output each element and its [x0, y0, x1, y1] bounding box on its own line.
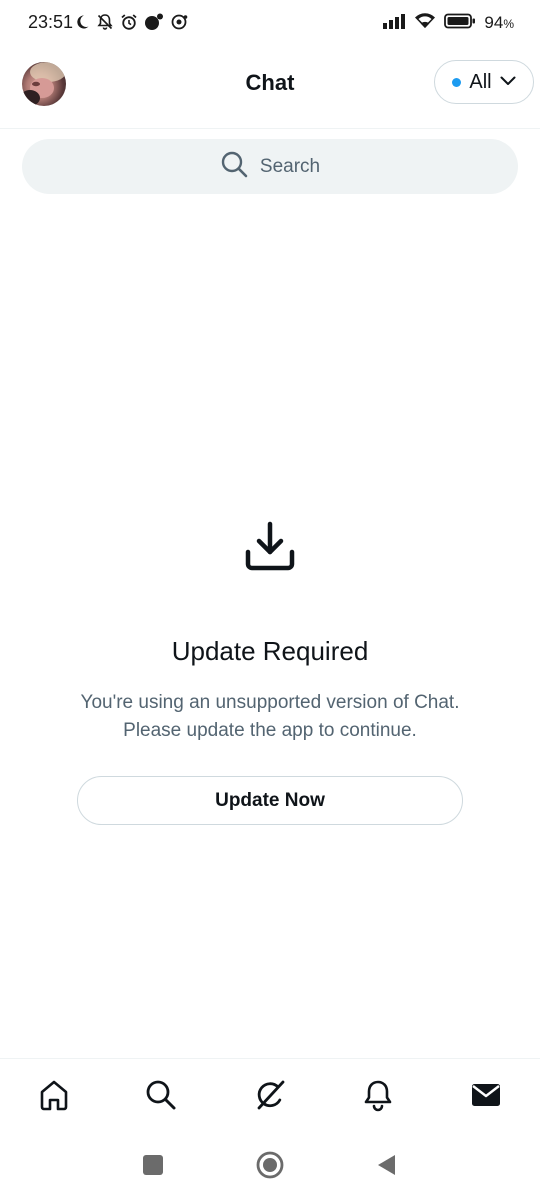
notifications-icon	[361, 1078, 395, 1117]
chevron-down-icon	[500, 73, 516, 91]
status-icons-right: 94%	[382, 12, 514, 34]
nav-search[interactable]	[141, 1077, 181, 1117]
status-bar: 23:51 94%	[0, 0, 540, 48]
filter-label: All	[469, 70, 492, 93]
moon-icon	[74, 14, 90, 35]
home-icon	[37, 1078, 71, 1117]
wifi-icon	[414, 12, 436, 34]
search-placeholder: Search	[259, 155, 321, 177]
nav-home[interactable]	[34, 1077, 74, 1117]
system-nav	[0, 1136, 540, 1200]
recents-icon	[142, 1154, 164, 1181]
battery-percent-value: 94	[484, 13, 504, 32]
filter-dropdown[interactable]: All	[434, 60, 534, 104]
search-icon	[220, 150, 248, 183]
record-icon	[170, 13, 188, 36]
grok-icon	[253, 1078, 287, 1117]
status-time: 23:51	[28, 12, 74, 32]
system-home-button[interactable]	[255, 1150, 285, 1185]
update-required-panel: Update Required You're using an unsuppor…	[0, 518, 540, 745]
back-icon	[375, 1153, 399, 1182]
nav-messages[interactable]	[466, 1077, 506, 1117]
system-recents-button[interactable]	[138, 1152, 168, 1182]
notification-dot-icon	[144, 13, 164, 36]
battery-percent-suffix: %	[503, 17, 514, 31]
battery-icon	[444, 13, 476, 34]
system-back-button[interactable]	[372, 1152, 402, 1182]
search-input[interactable]: Search	[22, 139, 518, 194]
update-description: You're using an unsupported version of C…	[80, 692, 460, 741]
download-icon	[0, 518, 540, 574]
battery-percent: 94%	[484, 13, 514, 33]
update-title: Update Required	[171, 636, 369, 666]
search-icon	[144, 1078, 178, 1117]
signal-icon	[382, 13, 406, 34]
filter-status-dot	[452, 77, 462, 87]
home-circle-icon	[255, 1150, 285, 1185]
bottom-nav	[0, 1058, 540, 1137]
status-icons-left	[74, 13, 188, 35]
nav-notifications[interactable]	[358, 1077, 398, 1117]
update-now-button[interactable]: Update Now	[77, 776, 463, 825]
nav-grok[interactable]	[250, 1077, 290, 1117]
alarm-icon	[120, 13, 138, 36]
messages-icon	[469, 1078, 503, 1117]
bell-off-icon	[96, 13, 114, 36]
header: Chat All	[0, 48, 540, 129]
